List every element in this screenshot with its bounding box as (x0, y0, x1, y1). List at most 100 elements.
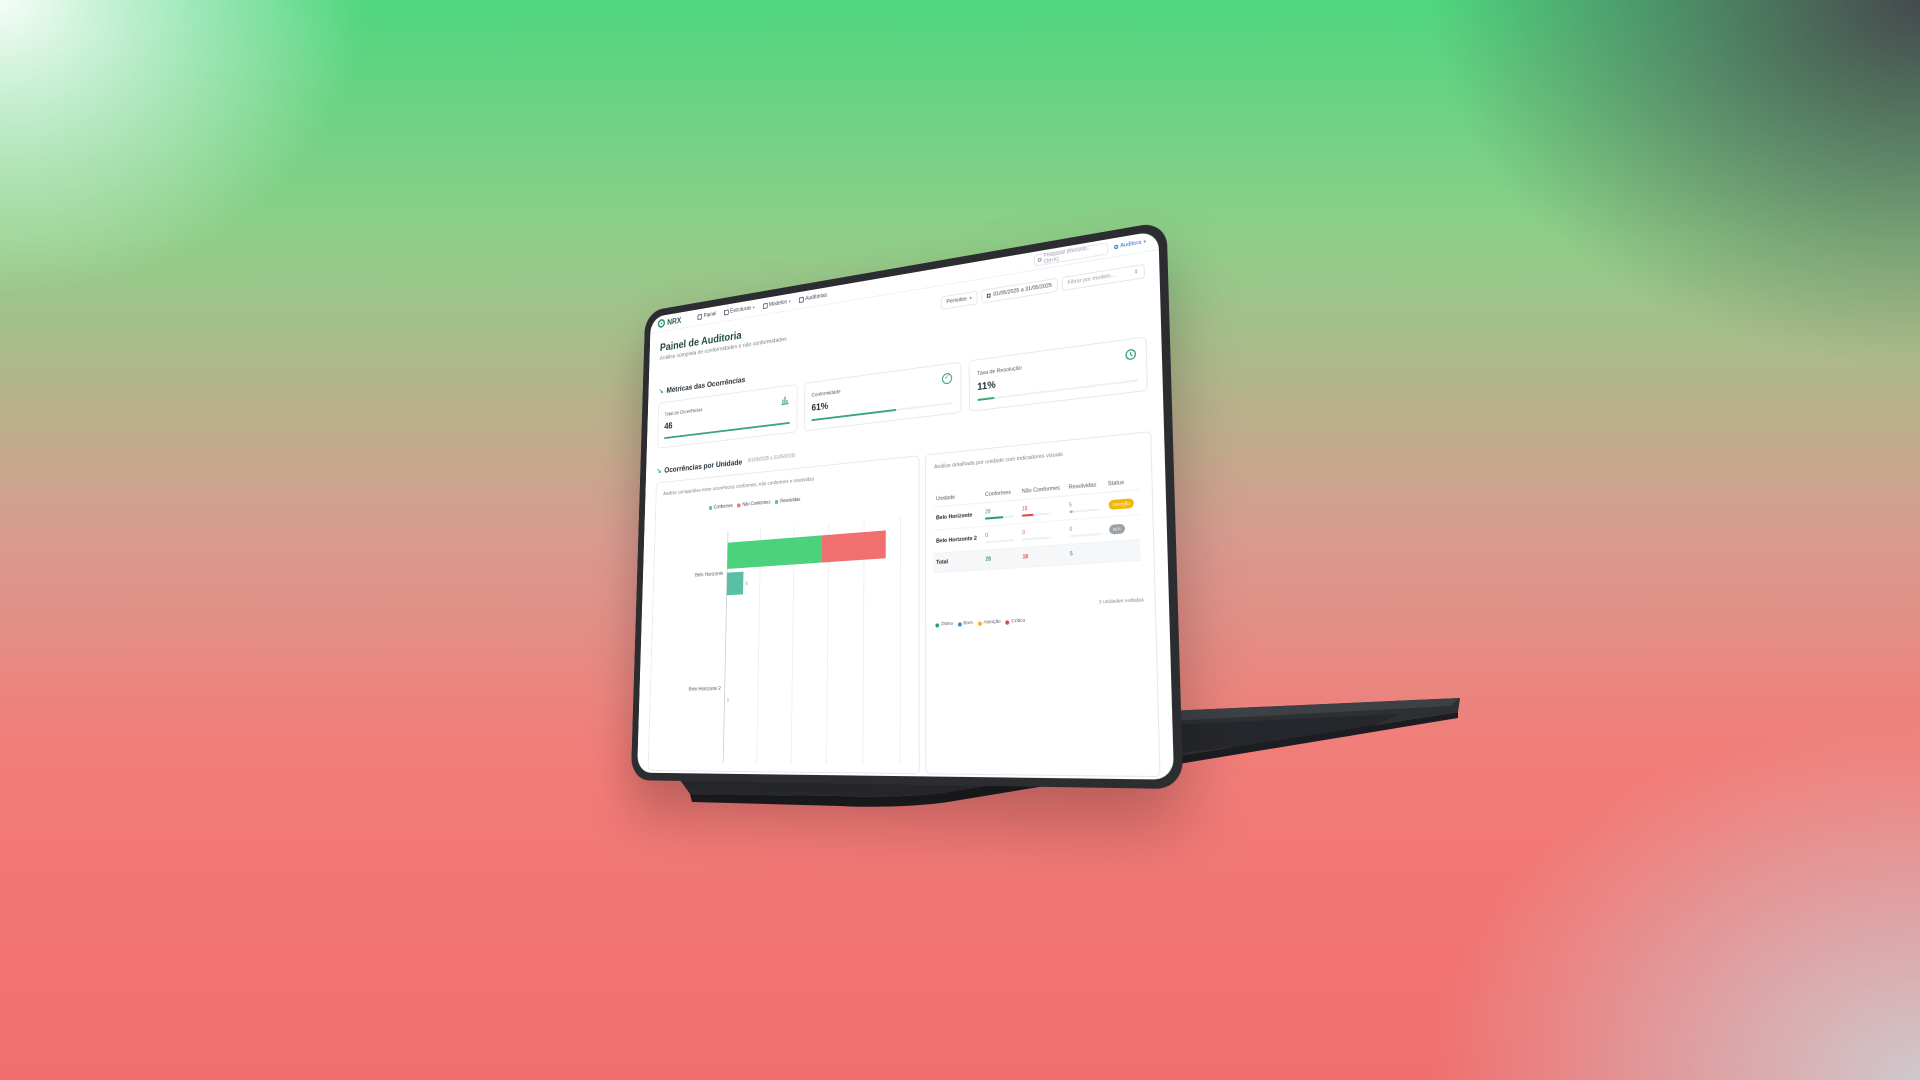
metric-progress-fill (977, 397, 994, 401)
nao-conformes-cell: 0 (1019, 520, 1066, 548)
resolvidas-value: 0 (1069, 527, 1072, 534)
date-range-picker[interactable]: 01/05/2025 a 31/05/2025 (981, 278, 1058, 304)
clock-icon (1125, 348, 1137, 361)
date-range-text: 01/05/2025 a 31/05/2025 (993, 283, 1052, 298)
status-legend-item: Ótimo (935, 622, 953, 628)
laptop-screen: NRX Painel Estruturas ▾ Modelos ▾ Audito… (560, 250, 1200, 810)
status-legend-item: Bom (958, 621, 973, 627)
status-legend-label: Crítico (1011, 619, 1025, 625)
resolvidas-cell: 0 (1066, 517, 1106, 544)
metric-value: 46 (664, 421, 673, 432)
mini-bar-fill (985, 516, 1003, 519)
chevron-down-icon: ▾ (753, 305, 755, 311)
total-resolvidas: 5 (1067, 542, 1107, 565)
chart-panel: Análise comparativa entre ocorrências co… (648, 455, 920, 774)
chevron-down-icon: ▾ (1143, 239, 1146, 246)
calendar-icon (987, 293, 991, 298)
nav-item-modelos[interactable]: Modelos ▾ (763, 299, 791, 309)
data-label: 5 (746, 581, 749, 586)
total-conformes-value: 28 (986, 556, 991, 563)
model-filter-placeholder: Filtrar por modelo... (1068, 273, 1116, 287)
mini-bar-fill (1069, 511, 1072, 513)
legend-swatch (737, 503, 740, 507)
units-section-date: (01/05/2025 a 31/05/2025) (748, 453, 796, 464)
table-panel: Análise detalhada por unidade com indica… (925, 431, 1161, 777)
mini-bar-track (1022, 536, 1052, 540)
conformes-cell: 0 (982, 524, 1019, 550)
total-conformes: 28 (983, 548, 1020, 570)
model-filter-select[interactable]: Filtrar por modelo... ⇕ (1062, 264, 1145, 291)
bar-resolvidas (727, 572, 744, 596)
chart-description: Análise comparativa entre ocorrências co… (663, 477, 814, 498)
status-cell: Atenção (1105, 490, 1140, 517)
mini-bar-track (1069, 508, 1100, 513)
audit-dashboard: NRX Painel Estruturas ▾ Modelos ▾ Audito… (637, 231, 1174, 780)
nav-item-painel[interactable]: Painel (698, 312, 717, 320)
nav-items: Painel Estruturas ▾ Modelos ▾ Auditorias (698, 293, 828, 320)
total-resolvidas-value: 5 (1070, 551, 1073, 558)
status-legend-item: Crítico (1006, 619, 1026, 625)
dashboard-icon (698, 314, 703, 320)
trend-arrow-icon: ↘ (656, 466, 661, 475)
chevron-updown-icon: ⇕ (1134, 269, 1139, 276)
chevron-down-icon: ▾ (789, 299, 791, 305)
status-badge: N/A (1109, 523, 1126, 534)
data-label: 0 (727, 697, 730, 702)
legend-label: Conformes (714, 503, 733, 510)
mini-bar-track (1022, 512, 1052, 516)
legend-item-conformes[interactable]: Conformes (709, 503, 733, 511)
legend-label: Não Conformes (742, 500, 770, 508)
bar-nao-conformes (821, 530, 885, 562)
legend-item-nao-conformes[interactable]: Não Conformes (737, 500, 770, 509)
chevron-down-icon: ▾ (969, 295, 971, 301)
metric-label: Taxa de Resolução (977, 365, 1022, 377)
status-legend-label: Atenção (983, 620, 1000, 626)
clipboard-icon (799, 297, 804, 303)
total-nao-conformes-value: 18 (1023, 554, 1029, 561)
search-icon (1038, 257, 1042, 262)
conformes-value: 28 (985, 509, 990, 516)
metric-progress-track (811, 402, 953, 421)
legend-item-resolvidas[interactable]: Resolvidas (775, 497, 800, 505)
nav-item-estruturas[interactable]: Estruturas ▾ (724, 305, 755, 316)
user-menu[interactable]: Auditora ▾ (1114, 239, 1146, 250)
conformes-value: 0 (985, 533, 988, 539)
user-label: Auditora (1120, 240, 1141, 250)
search-input[interactable]: Pesquisar (Recurso... Ctrl+K) (1034, 242, 1108, 266)
logo[interactable]: NRX (658, 316, 682, 329)
units-bar-chart: Belo Horizonte 5 Belo Horizonte 2 0 (649, 496, 919, 773)
period-label: Períodos (947, 296, 967, 305)
resolvidas-value: 5 (1069, 502, 1072, 509)
logo-icon (658, 319, 666, 329)
total-nao-conformes: 18 (1020, 544, 1067, 567)
screen-bezel: NRX Painel Estruturas ▾ Modelos ▾ Audito… (631, 221, 1183, 789)
units-title-text: Ocorrências por Unidade (664, 457, 742, 475)
nao-conformes-value: 18 (1022, 506, 1028, 513)
status-dot (935, 623, 939, 627)
metric-card-conformidade: Conformidade 61% ✓ (804, 361, 962, 431)
mini-bar-track (985, 515, 1014, 519)
metric-cards: Total de Ocorrências 46 Conformidade 61%… (657, 336, 1148, 449)
status-dot (978, 621, 982, 625)
nav-item-label: Modelos (769, 300, 787, 308)
metric-value: 11% (977, 380, 995, 393)
app-window: NRX Painel Estruturas ▾ Modelos ▾ Audito… (637, 231, 1174, 780)
metric-progress-fill (664, 422, 790, 439)
structure-icon (724, 310, 729, 316)
metric-card-total: Total de Ocorrências 46 (657, 384, 798, 449)
legend-swatch (709, 506, 712, 510)
nav-item-auditorias[interactable]: Auditorias (799, 293, 827, 303)
legend-swatch (775, 500, 778, 504)
nav-item-label: Auditorias (805, 293, 827, 302)
nao-conformes-cell: 18 (1019, 496, 1066, 524)
legend-label: Resolvidas (780, 497, 800, 505)
table-description: Análise detalhada por unidade com indica… (934, 452, 1063, 471)
resolvidas-cell: 5 (1066, 493, 1106, 521)
period-dropdown[interactable]: Períodos ▾ (941, 291, 977, 310)
total-status (1106, 539, 1141, 562)
status-badge: Atenção (1108, 498, 1134, 510)
status-legend-item: Atenção (978, 620, 1001, 626)
check-circle-icon: ✓ (942, 373, 952, 385)
total-label: Total (933, 550, 982, 573)
table-footer-note: 2 unidades exibidas (1099, 598, 1144, 606)
